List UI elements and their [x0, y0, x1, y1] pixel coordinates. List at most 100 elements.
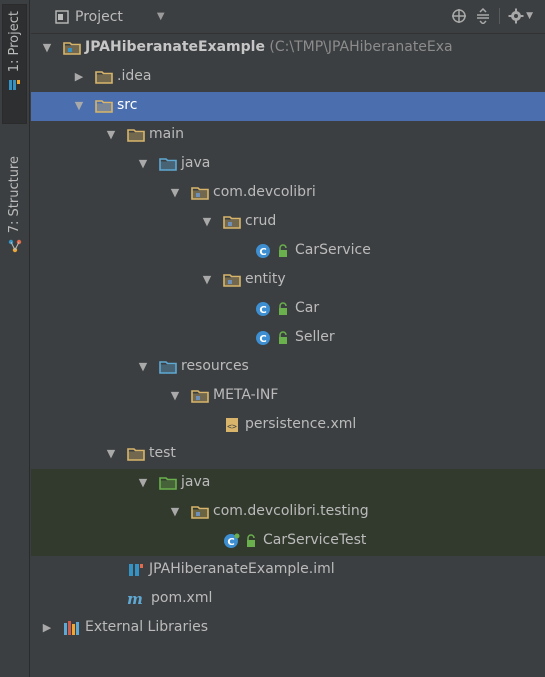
collapse-arrow-icon[interactable]: ▼ — [169, 390, 181, 402]
project-tool-tab-label: 1: Project — [7, 11, 22, 73]
tree-node[interactable]: C CarServiceTest — [31, 527, 545, 556]
tree-node-label: resources — [181, 358, 249, 374]
folder-icon — [127, 127, 145, 143]
svg-text:C: C — [227, 537, 234, 548]
tree-node[interactable]: ▼ main — [31, 121, 545, 150]
tree-node-label: Car — [295, 300, 320, 316]
lock-icon — [245, 534, 257, 550]
tree-node[interactable]: ▼ resources — [31, 353, 545, 382]
tree-node[interactable]: JPAHiberanateExample.iml — [31, 556, 545, 585]
tree-node[interactable]: ▼ com.devcolibri — [31, 179, 545, 208]
tree-node[interactable]: ▼ crud — [31, 208, 545, 237]
tree-node-label: com.devcolibri.testing — [213, 503, 369, 519]
collapse-arrow-icon[interactable]: ▼ — [105, 448, 117, 460]
resources-folder-icon — [159, 359, 177, 375]
tree-node[interactable]: C CarService — [31, 237, 545, 266]
structure-tool-tab-label: 7: Structure — [7, 156, 22, 234]
tree-node[interactable]: ▼ java — [31, 469, 545, 498]
lock-icon — [277, 302, 289, 318]
collapse-arrow-icon[interactable]: ▼ — [105, 129, 117, 141]
tree-node-label: External Libraries — [85, 619, 208, 635]
svg-text:C: C — [259, 247, 266, 258]
collapse-arrow-icon[interactable]: ▼ — [137, 158, 149, 170]
test-class-icon: C — [223, 533, 241, 549]
collapse-arrow-icon[interactable]: ▼ — [41, 42, 53, 54]
tree-node[interactable]: m pom.xml — [31, 585, 545, 614]
tree-node-label: java — [181, 474, 211, 490]
package-icon — [191, 185, 209, 201]
package-icon — [191, 504, 209, 520]
header-toolbar: ▼ — [451, 8, 533, 24]
tree-node-label: .idea — [117, 68, 152, 84]
tree-node[interactable]: ▼ entity — [31, 266, 545, 295]
libraries-icon — [63, 620, 81, 636]
tree-node-label: java — [181, 155, 211, 171]
project-view-icon — [55, 9, 69, 24]
settings-dropdown-icon[interactable]: ▼ — [526, 11, 533, 21]
collapse-arrow-icon[interactable]: ▼ — [201, 216, 213, 228]
folder-icon — [95, 98, 113, 114]
tree-node[interactable]: ▼ JPAHiberanateExample (C:\TMP\JPAHiberan… — [31, 34, 545, 63]
tree-node[interactable]: ▼ META-INF — [31, 382, 545, 411]
tree-node-label: pom.xml — [151, 590, 213, 606]
tree-node[interactable]: ▼ test — [31, 440, 545, 469]
java-class-icon: C — [255, 243, 273, 259]
tree-node-label: JPAHiberanateExample (C:\TMP\JPAHiberana… — [85, 39, 453, 55]
tree-node-label: src — [117, 97, 138, 113]
scroll-from-source-icon[interactable] — [451, 8, 467, 24]
tree-node[interactable]: ▼ java — [31, 150, 545, 179]
test-source-folder-icon — [159, 475, 177, 491]
tool-window-stripe: 1: Project 7: Structure — [0, 0, 30, 677]
iml-file-icon — [127, 562, 145, 578]
xml-file-icon: <> — [223, 417, 241, 433]
tree-node-label: crud — [245, 213, 277, 229]
tree-node-label: CarService — [295, 242, 371, 258]
module-path: (C:\TMP\JPAHiberanateExa — [264, 39, 453, 55]
svg-text:C: C — [259, 334, 266, 345]
collapse-arrow-icon[interactable]: ▼ — [201, 274, 213, 286]
folder-icon — [95, 69, 113, 85]
tree-node-label: com.devcolibri — [213, 184, 316, 200]
project-tool-tab[interactable]: 1: Project — [2, 4, 27, 124]
tree-node[interactable]: C Car — [31, 295, 545, 324]
maven-file-icon: m — [127, 590, 145, 608]
tree-node[interactable]: ▶ .idea — [31, 63, 545, 92]
collapse-arrow-icon[interactable]: ▼ — [137, 361, 149, 373]
collapse-arrow-icon[interactable]: ▼ — [137, 477, 149, 489]
java-class-icon: C — [255, 301, 273, 317]
collapse-arrow-icon[interactable]: ▼ — [169, 506, 181, 518]
view-selector-label[interactable]: Project — [75, 9, 123, 25]
collapse-arrow-icon[interactable]: ▼ — [169, 187, 181, 199]
package-icon — [223, 214, 241, 230]
structure-tool-tab[interactable]: 7: Structure — [2, 150, 27, 290]
source-folder-icon — [159, 156, 177, 172]
tree-node[interactable]: C Seller — [31, 324, 545, 353]
lock-icon — [277, 331, 289, 347]
tree-node[interactable]: ▶ External Libraries — [31, 614, 545, 643]
tree-node[interactable]: ▼ com.devcolibri.testing — [31, 498, 545, 527]
tree-node[interactable]: <> persistence.xml — [31, 411, 545, 440]
tree-node-label: META-INF — [213, 387, 279, 403]
view-selector-dropdown-icon[interactable]: ▼ — [157, 11, 165, 22]
tree-node-label: main — [149, 126, 184, 142]
structure-icon — [8, 240, 21, 253]
intellij-module-icon — [8, 80, 20, 91]
svg-text:C: C — [259, 305, 266, 316]
tree-node[interactable]: ▼ src — [31, 92, 545, 121]
tree-node-label: entity — [245, 271, 286, 287]
package-icon — [191, 388, 209, 404]
collapse-arrow-icon[interactable]: ▼ — [73, 100, 85, 112]
svg-text:<>: <> — [227, 422, 237, 431]
expand-arrow-icon[interactable]: ▶ — [73, 71, 85, 83]
folder-icon — [127, 446, 145, 462]
project-view-header: Project ▼ ▼ — [31, 0, 545, 34]
package-icon — [223, 272, 241, 288]
tree-node-label: Seller — [295, 329, 335, 345]
tree-node-label: JPAHiberanateExample.iml — [149, 561, 335, 577]
gear-icon[interactable] — [508, 8, 524, 24]
svg-text:m: m — [127, 591, 143, 607]
tree-node-label: persistence.xml — [245, 416, 357, 432]
lock-icon — [277, 244, 289, 260]
collapse-all-icon[interactable] — [475, 8, 491, 24]
expand-arrow-icon[interactable]: ▶ — [41, 622, 53, 634]
